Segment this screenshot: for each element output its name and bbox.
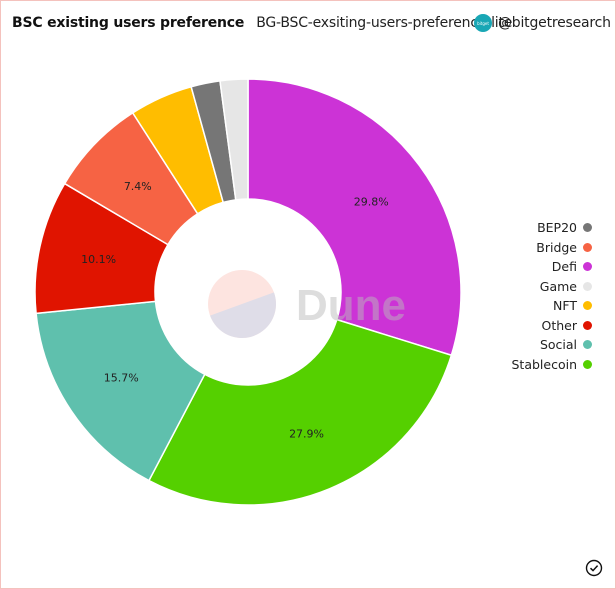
legend: BEP20 Bridge Defi Game NFT Other Social Stablec…: [511, 218, 592, 374]
legend-item-other[interactable]: Other: [511, 316, 592, 336]
legend-swatch: [583, 301, 592, 311]
legend-swatch: [583, 320, 592, 330]
data-label-other: 10.1%: [81, 253, 116, 266]
legend-item-bep20[interactable]: BEP20: [511, 218, 592, 238]
legend-item-nft[interactable]: NFT: [511, 296, 592, 316]
legend-item-stablecoin[interactable]: Stablecoin: [511, 355, 592, 375]
dune-watermark: Dune: [208, 270, 406, 338]
legend-label: Defi: [551, 259, 577, 275]
legend-label: Game: [539, 278, 577, 294]
data-label-defi: 29.8%: [354, 195, 389, 208]
legend-label: BEP20: [537, 220, 577, 236]
legend-item-defi[interactable]: Defi: [511, 257, 592, 277]
legend-label: Social: [539, 337, 577, 353]
legend-swatch: [583, 340, 592, 350]
legend-swatch: [583, 359, 592, 369]
legend-label: Other: [541, 317, 578, 333]
legend-label: Bridge: [536, 239, 577, 255]
slice-stablecoin[interactable]: [147, 318, 453, 506]
legend-item-game[interactable]: Game: [511, 277, 592, 297]
data-label-social: 15.7%: [104, 372, 139, 385]
watermark-text: Dune: [296, 281, 406, 330]
legend-swatch: [583, 281, 592, 291]
legend-label: NFT: [553, 298, 577, 314]
legend-swatch: [583, 242, 592, 252]
check-circle-icon: [585, 559, 603, 577]
data-label-bridge: 7.4%: [124, 180, 152, 193]
data-label-stablecoin: 27.9%: [289, 427, 324, 440]
legend-item-bridge[interactable]: Bridge: [511, 238, 592, 258]
legend-item-social[interactable]: Social: [511, 335, 592, 355]
legend-label: Stablecoin: [511, 356, 577, 372]
legend-swatch: [583, 262, 592, 272]
legend-swatch: [583, 223, 592, 233]
